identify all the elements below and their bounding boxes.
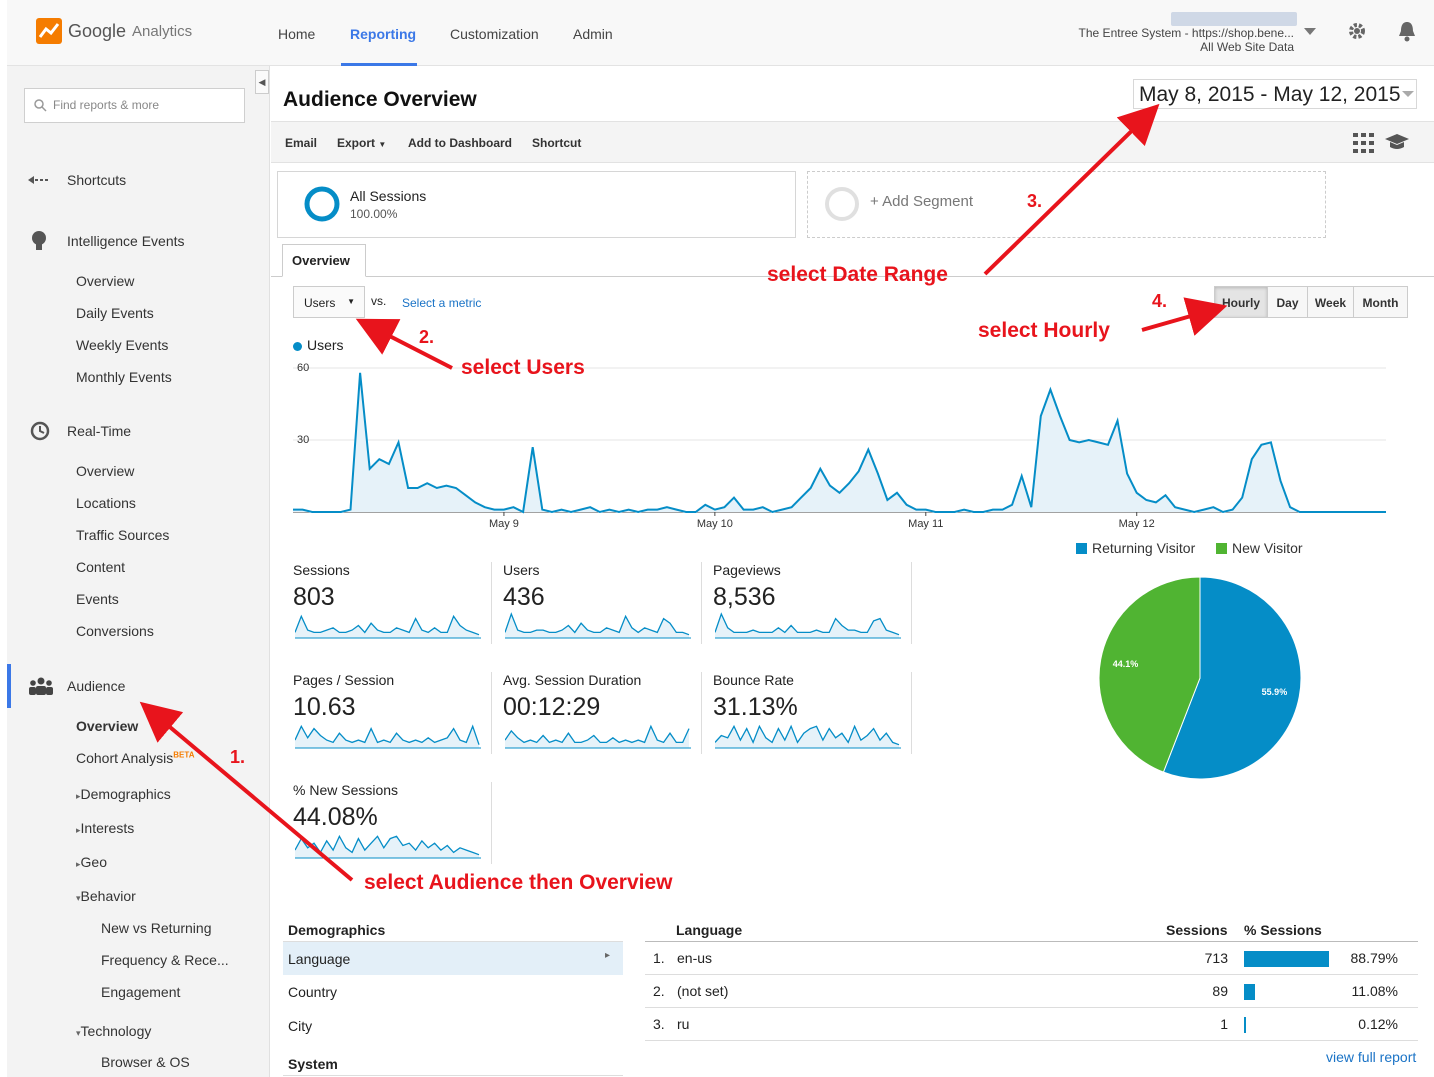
annotation-number-1: 1. (230, 747, 246, 767)
annotation-number-3: 3. (1027, 191, 1043, 211)
annotation-text-1: select Audience then Overview (364, 871, 673, 894)
annotation-number-2: 2. (419, 327, 435, 347)
arrow-4 (1141, 297, 1228, 336)
annotation-number-4: 4. (1152, 291, 1168, 311)
arrow-3 (983, 103, 1160, 276)
annotation-text-3: select Date Range (767, 263, 948, 286)
arrow-1 (139, 701, 354, 882)
arrow-2 (355, 318, 453, 370)
annotation-arrows (139, 103, 1228, 882)
annotation-text-4: select Hourly (978, 319, 1110, 342)
annotation-text-2: select Users (461, 356, 585, 379)
